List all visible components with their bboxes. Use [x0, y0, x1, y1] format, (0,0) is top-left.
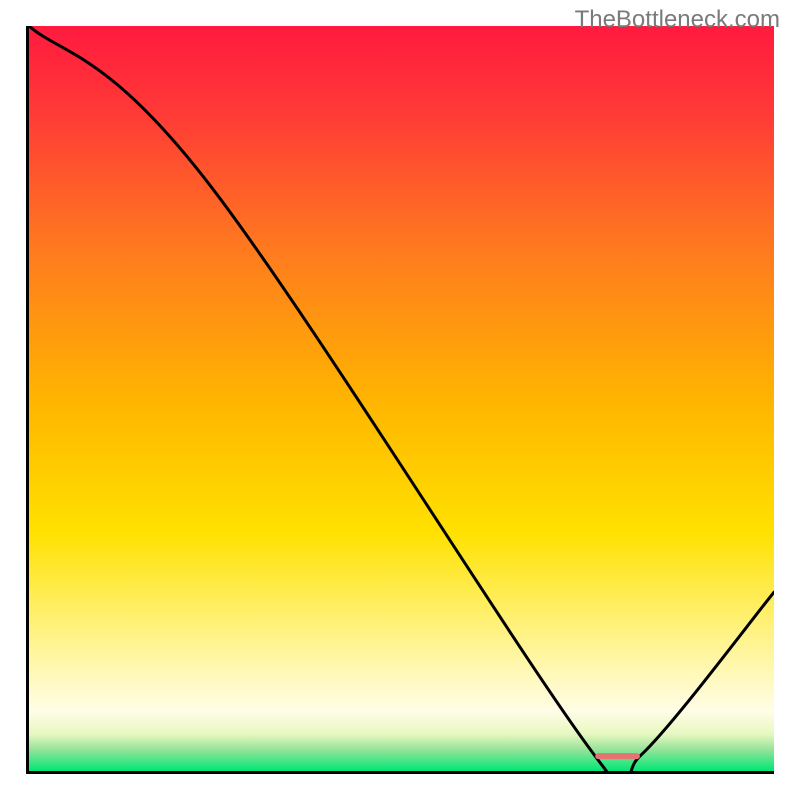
gradient-background	[29, 26, 774, 771]
watermark-text: TheBottleneck.com	[575, 6, 780, 34]
optimal-zone-marker	[595, 753, 640, 759]
plot-area	[26, 26, 774, 774]
chart-stage: TheBottleneck.com	[0, 0, 800, 800]
chart-svg	[26, 26, 774, 774]
